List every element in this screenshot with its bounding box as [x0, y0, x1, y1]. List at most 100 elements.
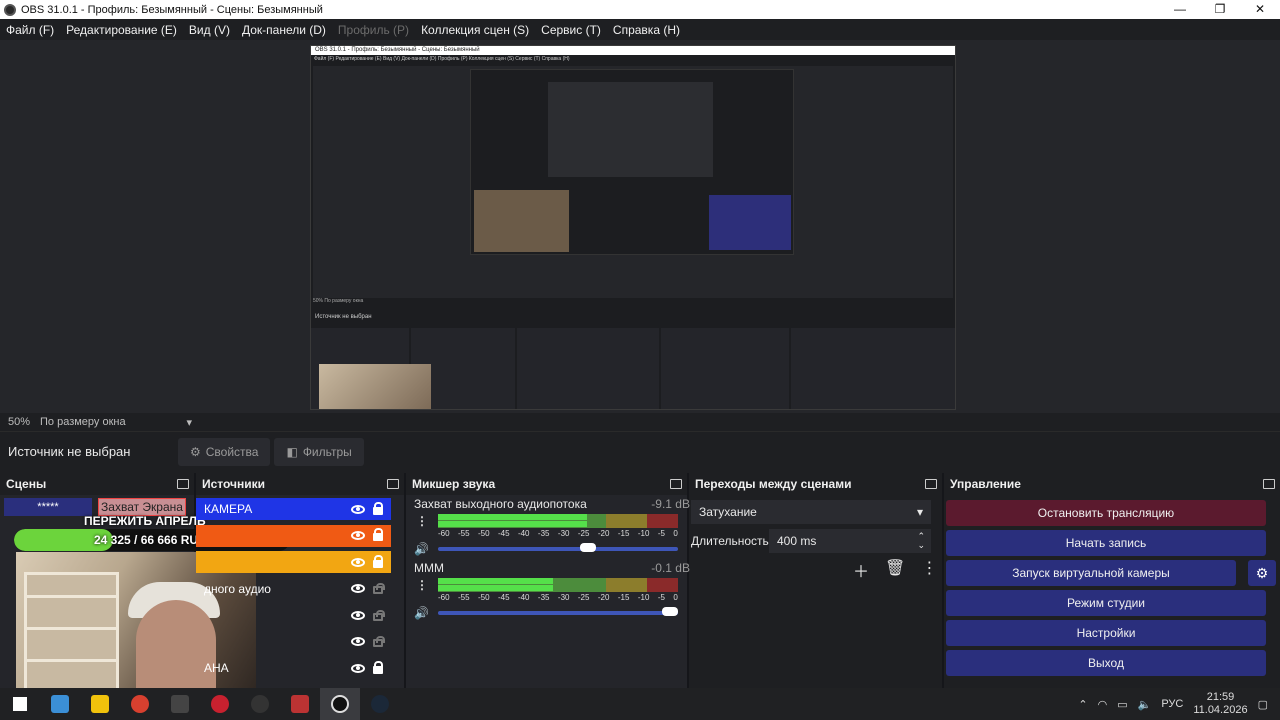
lock-icon[interactable]: [373, 660, 383, 674]
undock-icon[interactable]: [1263, 479, 1275, 489]
clock[interactable]: 21:59 11.04.2026: [1193, 691, 1247, 717]
duration-input[interactable]: 400 ms ⌃ ⌄: [769, 529, 931, 553]
language-indicator[interactable]: РУС: [1161, 698, 1183, 710]
scale-tick: -30: [557, 593, 570, 602]
steam-icon[interactable]: [360, 688, 400, 720]
kebab-icon[interactable]: ⋮: [921, 558, 937, 582]
add-icon[interactable]: ＋: [853, 558, 869, 582]
source-label: дного аудио: [204, 581, 271, 596]
stop-stream-button[interactable]: Остановить трансляцию: [946, 500, 1266, 526]
trash-icon[interactable]: 🗑: [885, 558, 905, 582]
lock-icon[interactable]: [373, 528, 383, 541]
menu-file[interactable]: Файл (F): [0, 23, 60, 37]
eye-icon[interactable]: [351, 584, 365, 593]
track-name: МММ: [414, 561, 444, 575]
scale-tick: -60: [438, 529, 450, 538]
taskbar-app[interactable]: [80, 688, 120, 720]
duration-row: Длительность 400 ms ⌃ ⌄: [691, 529, 931, 553]
menu-scene-collection[interactable]: Коллекция сцен (S): [415, 23, 535, 37]
taskbar-app[interactable]: [240, 688, 280, 720]
source-row[interactable]: [196, 631, 391, 653]
undock-icon[interactable]: [925, 479, 937, 489]
scale-tick: -10: [637, 529, 650, 538]
battery-icon[interactable]: ▭: [1117, 698, 1127, 711]
speaker-icon[interactable]: 🔊: [414, 606, 430, 620]
eye-icon[interactable]: [351, 531, 365, 540]
source-row[interactable]: [196, 604, 391, 626]
settings-button[interactable]: Настройки: [946, 620, 1266, 646]
shelf: [24, 572, 119, 697]
scale-tick: -60: [438, 593, 450, 602]
lock-icon[interactable]: [373, 554, 383, 568]
scene-item[interactable]: *****: [4, 498, 92, 516]
scale-tick: -5: [657, 593, 665, 602]
lock-icon[interactable]: [373, 609, 385, 621]
eye-icon[interactable]: [351, 663, 365, 673]
menu-edit[interactable]: Редактирование (E): [60, 23, 183, 37]
chevron-down-icon: ▾: [916, 505, 923, 519]
filters-button[interactable]: ◧ Фильтры: [274, 437, 364, 466]
start-recording-button[interactable]: Начать запись: [946, 530, 1266, 556]
minimize-button[interactable]: —: [1160, 0, 1200, 19]
notifications-icon[interactable]: ▢: [1258, 698, 1268, 711]
windows-taskbar: ⌃ ◠ ▭ 🔈 РУС 21:59 11.04.2026 ▢: [0, 688, 1280, 720]
fit-select[interactable]: По размеру окна ▾: [32, 416, 192, 429]
track-name: Захват выходного аудиопотока: [414, 497, 587, 511]
studio-mode-button[interactable]: Режим студии: [946, 590, 1266, 616]
source-row[interactable]: [196, 524, 391, 547]
scale-tick: -50: [477, 529, 490, 538]
kebab-icon[interactable]: ⋮: [414, 579, 430, 591]
taskbar-app[interactable]: [280, 688, 320, 720]
eye-icon[interactable]: [351, 557, 365, 567]
lock-icon[interactable]: [373, 501, 383, 515]
lock-icon[interactable]: [373, 636, 385, 647]
eye-icon[interactable]: [351, 504, 365, 514]
virtual-camera-settings-icon[interactable]: ⚙: [1248, 560, 1276, 586]
scale-tick: -40: [517, 593, 530, 602]
wifi-icon[interactable]: ◠: [1098, 698, 1108, 711]
opera-icon[interactable]: [200, 688, 240, 720]
menu-docks[interactable]: Док-панели (D): [236, 23, 332, 37]
source-row[interactable]: дного аудио: [196, 578, 391, 600]
source-row[interactable]: КАМЕРА: [196, 498, 391, 520]
mixer-tracks: Захват выходного аудиопотока -9.1 dB ⋮ -60-…: [408, 473, 691, 688]
eye-icon[interactable]: [351, 637, 365, 646]
obs-taskbar-icon[interactable]: [320, 688, 360, 720]
eye-icon[interactable]: [351, 610, 365, 620]
nested-deep-preview: [470, 69, 794, 255]
close-button[interactable]: ✕: [1240, 0, 1280, 19]
lock-icon[interactable]: [373, 583, 385, 594]
transitions-dock: Переходы между сценами Затухание ▾ Длител…: [689, 473, 944, 688]
taskbar-app[interactable]: [160, 688, 200, 720]
chevron-up-icon[interactable]: ⌃: [1078, 698, 1087, 711]
taskbar-app[interactable]: [40, 688, 80, 720]
menu-view[interactable]: Вид (V): [183, 23, 236, 37]
menu-tools[interactable]: Сервис (T): [535, 23, 607, 37]
kebab-icon[interactable]: ⋮: [414, 515, 430, 527]
volume-slider[interactable]: [438, 607, 678, 616]
maximize-button[interactable]: ❐: [1200, 0, 1240, 19]
nested-source-label: Источник не выбран: [315, 314, 372, 320]
nested-camera: [319, 364, 431, 409]
progress-text: 24 325 / 66 666 RUB: [94, 533, 207, 547]
menu-help[interactable]: Справка (H): [607, 23, 686, 37]
scale-tick: -40: [517, 529, 530, 538]
volume-slider[interactable]: [438, 543, 678, 552]
source-row[interactable]: [196, 551, 391, 573]
transition-select[interactable]: Затухание ▾: [691, 500, 931, 524]
filter-icon: ◧: [286, 444, 298, 459]
menu-bar: Файл (F) Редактирование (E) Вид (V) Док-…: [0, 19, 1280, 40]
deep-preview-a: [548, 82, 713, 177]
source-row[interactable]: АНА: [196, 657, 391, 679]
exit-button[interactable]: Выход: [946, 650, 1266, 676]
speaker-icon[interactable]: 🔊: [414, 542, 430, 556]
chrome-icon[interactable]: [120, 688, 160, 720]
start-button[interactable]: [0, 688, 40, 720]
virtual-camera-button[interactable]: Запуск виртуальной камеры: [946, 560, 1236, 586]
scale-tick: -30: [557, 529, 570, 538]
track-db: -0.1 dB: [651, 561, 690, 575]
properties-button[interactable]: ⚙ Свойства: [178, 437, 271, 466]
system-tray: ⌃ ◠ ▭ 🔈 РУС 21:59 11.04.2026 ▢: [1078, 688, 1280, 720]
nested-status: 50% По размеру окна: [313, 298, 364, 304]
speaker-icon[interactable]: 🔈: [1138, 698, 1152, 711]
